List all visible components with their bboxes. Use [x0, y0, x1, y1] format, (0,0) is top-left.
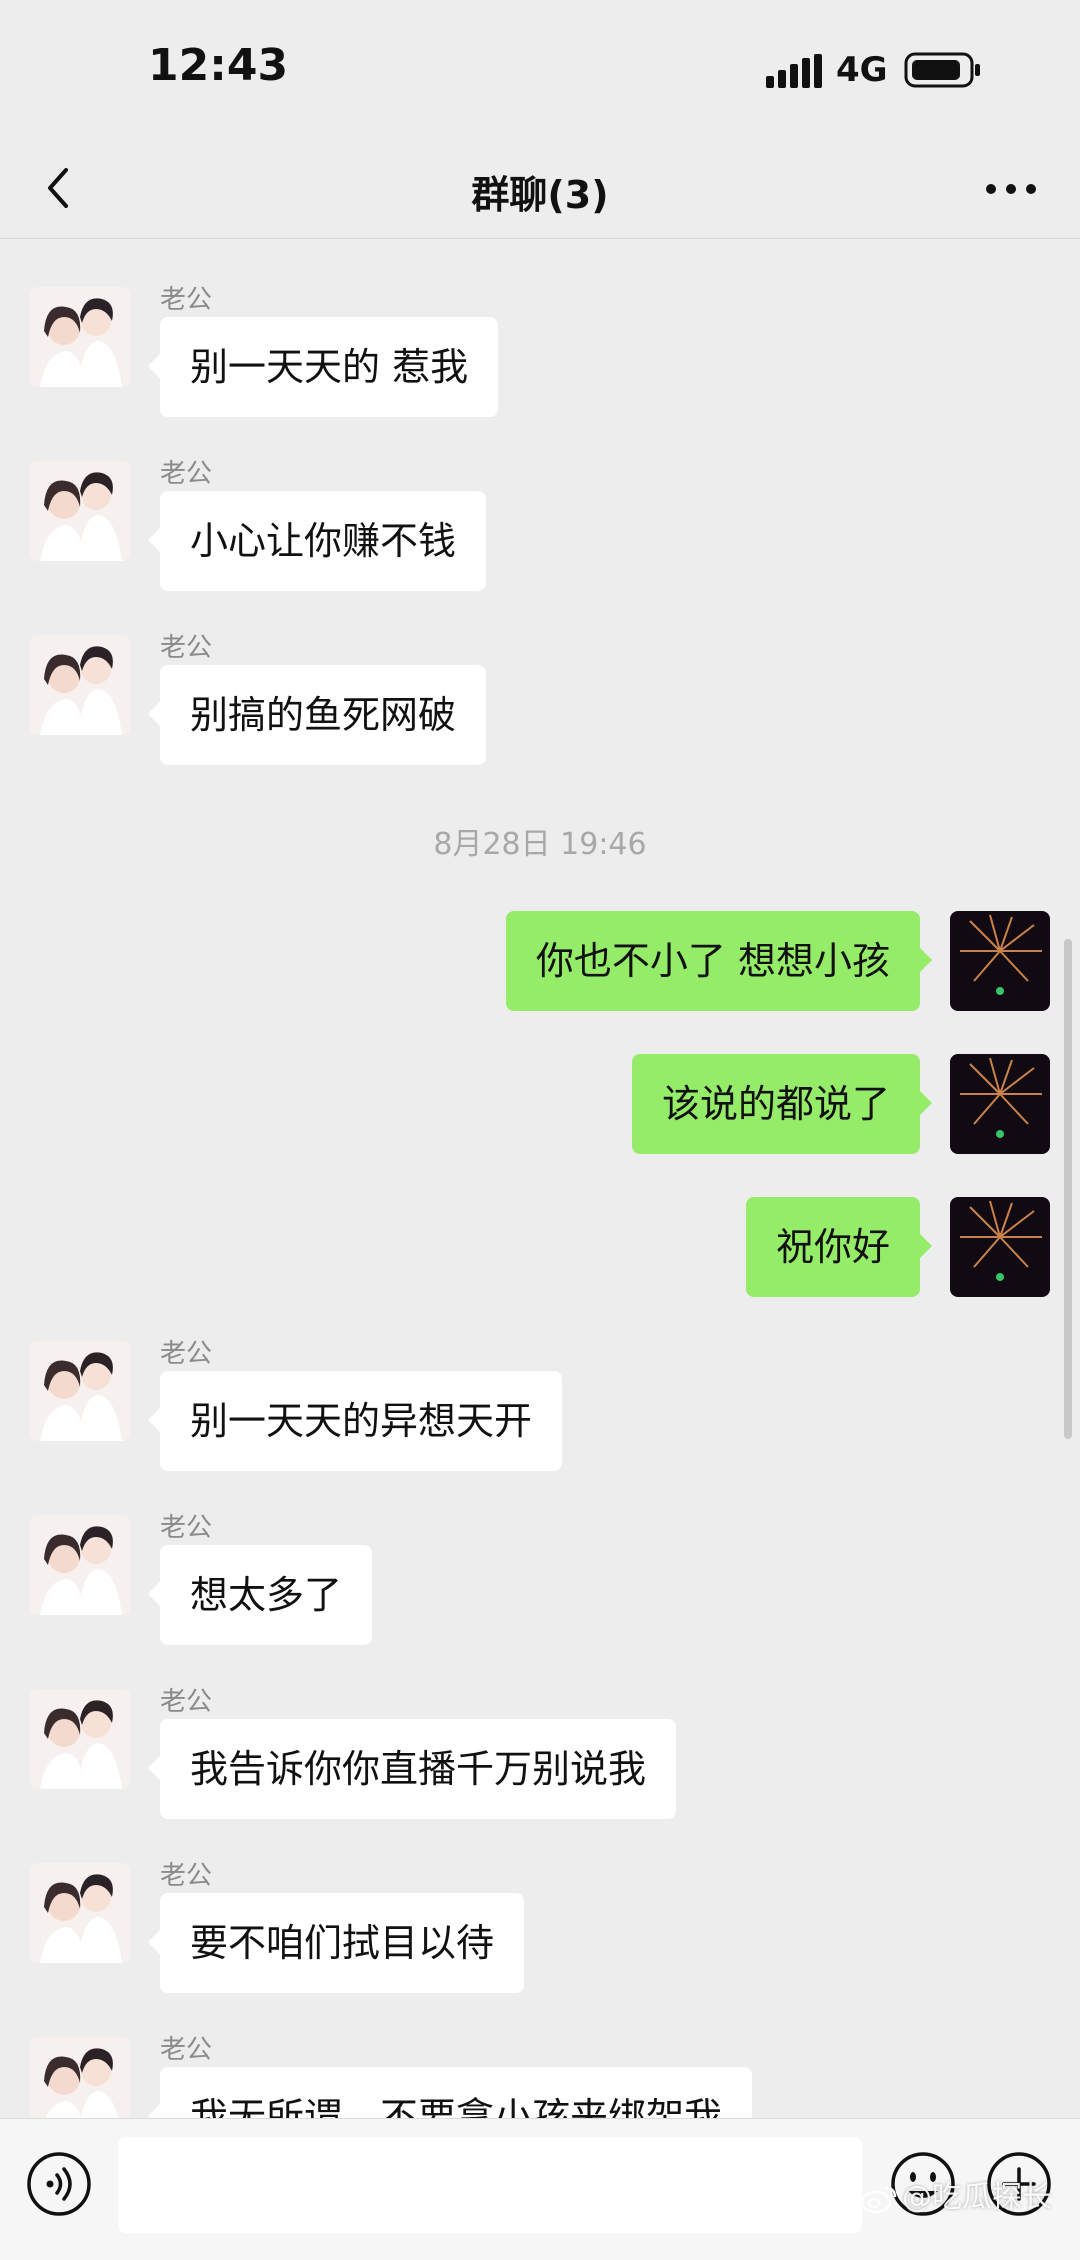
sender-name: 老公: [160, 1513, 213, 1543]
status-bar: 12:43 4G: [0, 0, 1080, 140]
message-bubble[interactable]: 你也不小了 想想小孩: [505, 911, 933, 1011]
avatar-icon[interactable]: [30, 1341, 130, 1441]
nav-bar: 群聊(3): [0, 140, 1080, 239]
weibo-logo-icon: [860, 2186, 897, 2213]
voice-icon[interactable]: [24, 2149, 94, 2219]
sender-name: 老公: [160, 633, 213, 663]
avatar-icon[interactable]: [30, 1689, 130, 1789]
avatar-icon[interactable]: [30, 287, 130, 387]
sender-name: 老公: [160, 2035, 213, 2065]
message-bubble[interactable]: 该说的都说了: [631, 1054, 933, 1154]
weibo-watermark: @吃瓜探长: [860, 2172, 1052, 2216]
message-bubble[interactable]: 我无所谓，不要拿小孩来绑架我: [147, 2067, 753, 2119]
message-bubble[interactable]: 别一天天的 惹我: [147, 317, 499, 417]
battery-icon: [904, 52, 980, 88]
avatar-icon[interactable]: [30, 635, 130, 735]
scrollbar[interactable]: [1064, 939, 1072, 1439]
message-bubble[interactable]: 小心让你赚不钱: [147, 491, 487, 591]
message-list[interactable]: 老公 别一天天的 惹我 老公 小心让你赚不钱 老公 别搞的鱼死网破 8月28日 …: [0, 239, 1080, 2119]
message-bubble[interactable]: 我告诉你你直播千万别说我: [147, 1719, 677, 1819]
sender-name: 老公: [160, 459, 213, 489]
status-time: 12:43: [148, 40, 289, 91]
avatar-icon[interactable]: [30, 2037, 130, 2119]
message-input[interactable]: [118, 2137, 862, 2233]
message-timestamp: 8月28日 19:46: [433, 827, 647, 862]
avatar-icon[interactable]: [30, 1515, 130, 1615]
fireworks-avatar-icon[interactable]: [950, 1054, 1050, 1154]
sender-name: 老公: [160, 285, 213, 315]
avatar-icon[interactable]: [30, 461, 130, 561]
more-options-button[interactable]: [978, 164, 1044, 214]
fireworks-avatar-icon[interactable]: [950, 1197, 1050, 1297]
network-label: 4G: [836, 50, 888, 90]
sender-name: 老公: [160, 1687, 213, 1717]
watermark-text: @吃瓜探长: [902, 2180, 1052, 2215]
sender-name: 老公: [160, 1861, 213, 1891]
message-bubble[interactable]: 要不咱们拭目以待: [147, 1893, 525, 1993]
message-bubble[interactable]: 别一天天的异想天开: [147, 1371, 563, 1471]
chat-title: 群聊(3): [471, 173, 609, 217]
message-bubble[interactable]: 祝你好: [745, 1197, 933, 1297]
sender-name: 老公: [160, 1339, 213, 1369]
fireworks-avatar-icon[interactable]: [950, 911, 1050, 1011]
chat-screen: 12:43 4G 群聊(3) 老公 别一天天的 惹我 老公 小心让你赚不钱 老公…: [0, 0, 1080, 2260]
message-bubble[interactable]: 想太多了: [147, 1545, 373, 1645]
signal-bars-icon: [766, 54, 822, 88]
message-bubble[interactable]: 别搞的鱼死网破: [147, 665, 487, 765]
avatar-icon[interactable]: [30, 1863, 130, 1963]
